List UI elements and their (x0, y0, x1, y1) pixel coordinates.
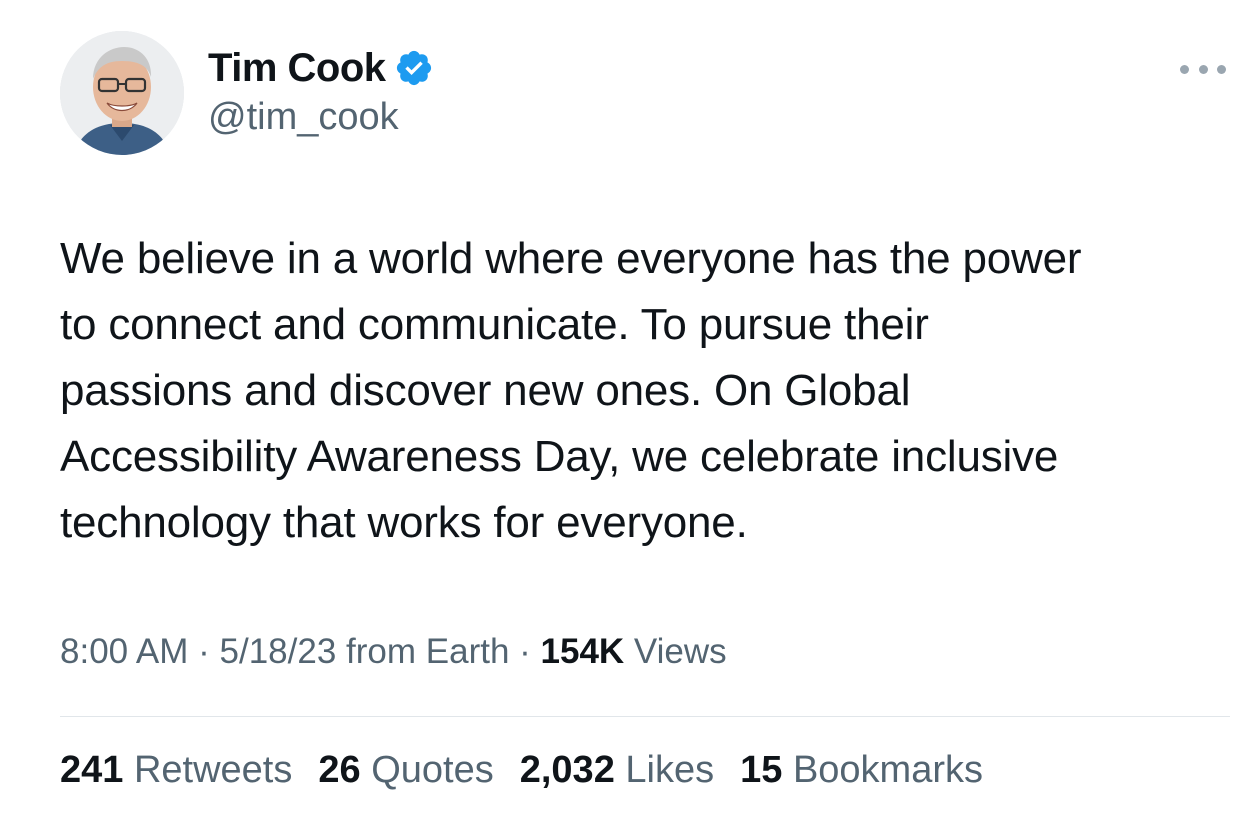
bookmarks-count: 15 (740, 749, 783, 791)
dot (1217, 64, 1226, 74)
retweets-stat[interactable]: 241 Retweets (60, 749, 292, 792)
tweet-time[interactable]: 8:00 AM (60, 632, 188, 671)
dot (1198, 64, 1208, 74)
verified-badge-icon (396, 50, 431, 86)
meta-separator: · (188, 632, 220, 671)
quotes-count: 26 (318, 749, 361, 791)
more-options-icon[interactable] (1180, 58, 1226, 80)
bookmarks-stat[interactable]: 15 Bookmarks (740, 749, 983, 792)
engagement-stats: 241 Retweets 26 Quotes 2,032 Likes 15 Bo… (60, 749, 983, 792)
tweet-card: Tim Cook @tim_cook We believe in a world… (0, 0, 1235, 817)
quotes-stat[interactable]: 26 Quotes (318, 749, 493, 792)
dot (1180, 64, 1189, 74)
retweets-label: Retweets (123, 749, 293, 791)
bookmarks-label: Bookmarks (782, 749, 984, 791)
tweet-source: from Earth (336, 632, 510, 671)
quotes-label: Quotes (360, 749, 494, 791)
likes-count: 2,032 (519, 749, 615, 791)
divider (60, 716, 1230, 717)
author-name-row[interactable]: Tim Cook (208, 44, 434, 92)
likes-label: Likes (614, 749, 715, 791)
avatar[interactable] (60, 31, 184, 155)
avatar-image (60, 31, 184, 155)
tweet-text: We believe in a world where everyone has… (60, 234, 1082, 547)
author-handle[interactable]: @tim_cook (208, 96, 399, 139)
views-label: Views (624, 632, 727, 671)
retweets-count: 241 (60, 749, 124, 791)
likes-stat[interactable]: 2,032 Likes (520, 749, 714, 792)
tweet-meta: 8:00 AM · 5/18/23 from Earth · 154K View… (60, 632, 727, 672)
tweet-date[interactable]: 5/18/23 (220, 632, 337, 671)
author-display-name[interactable]: Tim Cook (208, 46, 386, 91)
views-count: 154K (540, 632, 625, 671)
meta-separator: · (509, 632, 541, 671)
